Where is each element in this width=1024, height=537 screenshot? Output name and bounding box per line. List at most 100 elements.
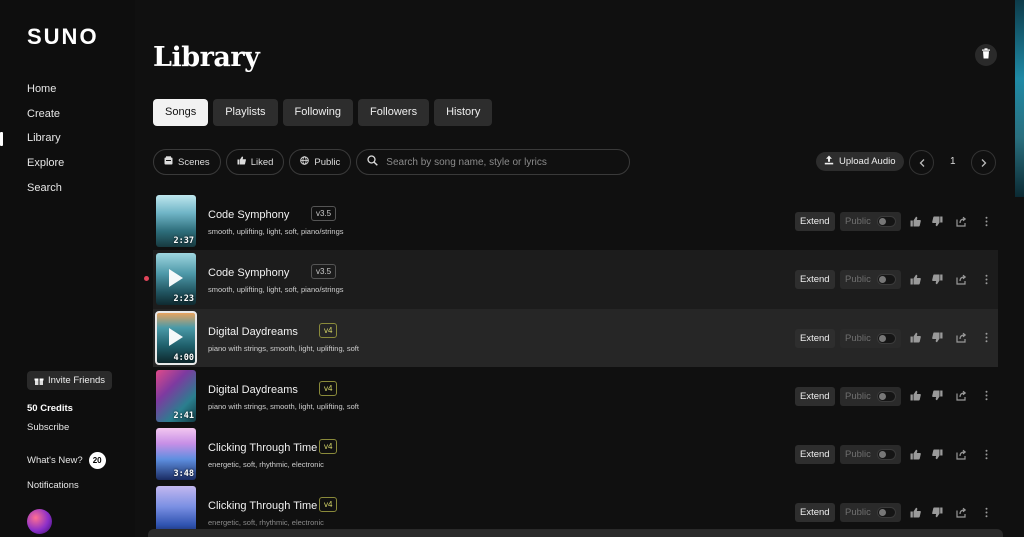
- extend-button[interactable]: Extend: [795, 328, 835, 348]
- sidebar-item-create[interactable]: Create: [27, 107, 64, 132]
- search-input[interactable]: [386, 156, 617, 168]
- whats-new-link[interactable]: What's New? 20: [27, 452, 106, 469]
- tab-songs[interactable]: Songs: [153, 99, 209, 126]
- share-icon[interactable]: [954, 272, 968, 286]
- sidebar-nav: Home Create Library Explore Search: [27, 82, 64, 205]
- song-cover[interactable]: 4:00: [155, 310, 197, 365]
- dislike-icon[interactable]: [930, 214, 944, 228]
- play-icon[interactable]: [169, 269, 183, 288]
- song-cover[interactable]: 2:37: [156, 195, 196, 247]
- invite-friends-label: Invite Friends: [48, 375, 106, 386]
- invite-friends-button[interactable]: Invite Friends: [27, 371, 113, 390]
- share-icon[interactable]: [954, 389, 968, 403]
- song-title[interactable]: Code Symphony: [208, 267, 289, 279]
- nav-active-indicator: [0, 132, 3, 146]
- public-toggle-label: Public: [845, 507, 871, 519]
- suno-logo[interactable]: SUNO: [27, 24, 99, 50]
- tab-following[interactable]: Following: [282, 99, 354, 126]
- user-avatar[interactable]: [27, 509, 52, 534]
- tab-playlists[interactable]: Playlists: [213, 99, 278, 126]
- more-options-icon[interactable]: [979, 447, 993, 461]
- upload-audio-button[interactable]: Upload Audio: [816, 152, 904, 171]
- version-badge: v3.5: [311, 264, 337, 280]
- sidebar: SUNO Home Create Library Explore Search …: [0, 0, 135, 537]
- previous-page-button[interactable]: [909, 150, 934, 175]
- extend-button[interactable]: Extend: [795, 270, 835, 290]
- version-badge: v4: [319, 497, 338, 513]
- version-badge: v4: [319, 439, 338, 455]
- share-icon[interactable]: [954, 331, 968, 345]
- tab-history[interactable]: History: [434, 99, 493, 126]
- dislike-icon[interactable]: [930, 447, 944, 461]
- trash-icon: [981, 46, 991, 64]
- song-title[interactable]: Clicking Through Time: [208, 442, 317, 454]
- more-options-icon[interactable]: [979, 389, 993, 403]
- song-title[interactable]: Clicking Through Time: [208, 500, 317, 512]
- extend-button[interactable]: Extend: [795, 386, 835, 406]
- subscribe-link[interactable]: Subscribe: [27, 422, 69, 433]
- liked-filter[interactable]: Liked: [225, 149, 285, 175]
- song-duration: 2:37: [173, 236, 194, 246]
- sidebar-item-search[interactable]: Search: [27, 181, 64, 206]
- page-title: Library: [153, 42, 260, 73]
- dislike-icon[interactable]: [930, 331, 944, 345]
- like-icon[interactable]: [908, 272, 922, 286]
- sidebar-item-home[interactable]: Home: [27, 82, 64, 107]
- dislike-icon[interactable]: [930, 389, 944, 403]
- extend-button[interactable]: Extend: [795, 445, 835, 465]
- song-tags: smooth, uplifting, light, soft, piano/st…: [208, 285, 344, 295]
- public-toggle[interactable]: Public: [840, 503, 901, 523]
- song-cover[interactable]: 2:41: [156, 369, 196, 422]
- like-icon[interactable]: [908, 331, 922, 345]
- song-row[interactable]: 3:48 Clicking Through Time v4 energetic,…: [153, 425, 998, 483]
- song-title[interactable]: Code Symphony: [208, 209, 289, 221]
- dislike-icon[interactable]: [930, 505, 944, 519]
- version-badge: v4: [319, 322, 338, 338]
- song-row[interactable]: 2:23 Code Symphony v3.5 smooth, upliftin…: [144, 250, 998, 309]
- sidebar-item-explore[interactable]: Explore: [27, 156, 64, 181]
- toggle-switch: [876, 507, 896, 519]
- sidebar-item-library[interactable]: Library: [27, 131, 64, 156]
- public-toggle[interactable]: Public: [840, 386, 901, 406]
- player-bar[interactable]: [148, 529, 1003, 537]
- song-row[interactable]: 2:41 Digital Daydreams v4 piano with str…: [153, 367, 998, 425]
- public-toggle-label: Public: [845, 332, 871, 344]
- song-title[interactable]: Digital Daydreams: [208, 384, 298, 396]
- song-row[interactable]: 2:37 Code Symphony v3.5 smooth, upliftin…: [153, 192, 998, 250]
- toggle-switch: [876, 332, 896, 344]
- public-toggle-label: Public: [845, 449, 871, 461]
- tab-followers[interactable]: Followers: [358, 99, 430, 126]
- background-artwork-edge: [1015, 0, 1024, 197]
- toggle-switch: [876, 390, 896, 402]
- song-duration: 3:48: [173, 469, 194, 480]
- public-toggle[interactable]: Public: [840, 270, 901, 290]
- more-options-icon[interactable]: [979, 331, 993, 345]
- next-page-button[interactable]: [971, 150, 996, 175]
- like-icon[interactable]: [908, 214, 922, 228]
- extend-button[interactable]: Extend: [795, 503, 835, 523]
- public-toggle[interactable]: Public: [840, 328, 901, 348]
- scenes-filter[interactable]: Scenes: [153, 149, 221, 175]
- public-toggle[interactable]: Public: [840, 212, 901, 231]
- song-cover[interactable]: 2:23: [156, 253, 196, 306]
- song-cover[interactable]: 3:48: [156, 428, 196, 481]
- more-options-icon[interactable]: [979, 505, 993, 519]
- song-title[interactable]: Digital Daydreams: [208, 326, 298, 338]
- song-tags: piano with strings, smooth, light, uplif…: [208, 343, 359, 353]
- share-icon[interactable]: [954, 447, 968, 461]
- public-toggle[interactable]: Public: [840, 445, 901, 465]
- notifications-link[interactable]: Notifications: [27, 480, 79, 491]
- dislike-icon[interactable]: [930, 272, 944, 286]
- like-icon[interactable]: [908, 505, 922, 519]
- song-row[interactable]: 4:00 Digital Daydreams v4 piano with str…: [153, 308, 998, 367]
- like-icon[interactable]: [908, 447, 922, 461]
- extend-button[interactable]: Extend: [795, 212, 835, 231]
- trash-button[interactable]: [975, 44, 997, 66]
- more-options-icon[interactable]: [979, 272, 993, 286]
- share-icon[interactable]: [954, 505, 968, 519]
- more-options-icon[interactable]: [979, 214, 993, 228]
- like-icon[interactable]: [908, 389, 922, 403]
- play-icon[interactable]: [169, 327, 183, 346]
- public-filter[interactable]: Public: [289, 149, 352, 175]
- share-icon[interactable]: [954, 214, 968, 228]
